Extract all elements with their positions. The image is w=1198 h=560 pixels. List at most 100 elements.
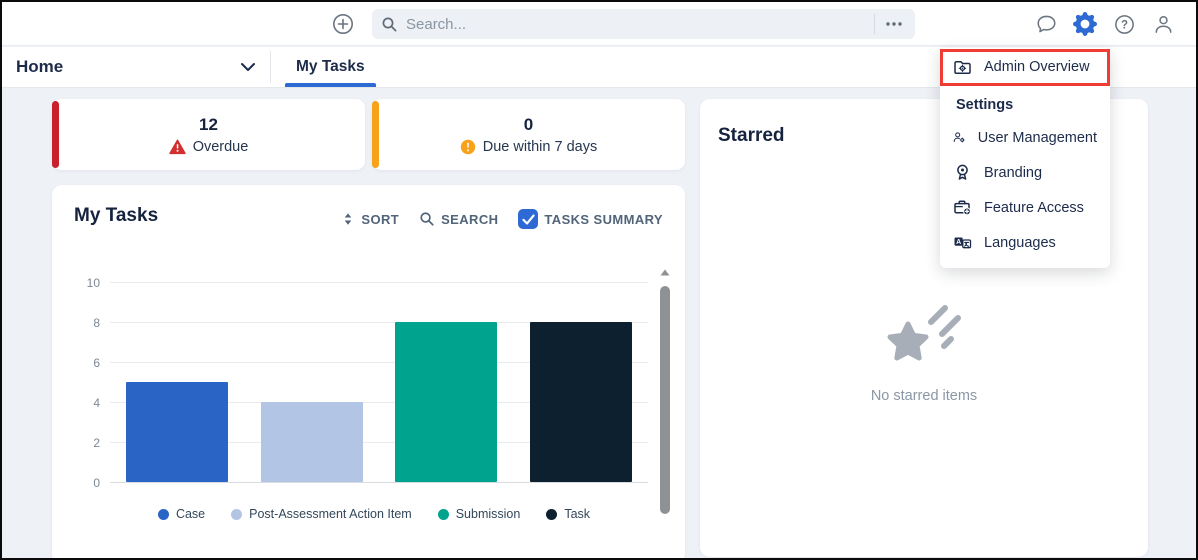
legend-label: Submission	[456, 507, 521, 521]
admin-overview-label: Admin Overview	[984, 59, 1090, 75]
tasks-summary-checkbox[interactable]	[518, 209, 538, 229]
app-window: ? Home My Tasks 12	[0, 0, 1198, 560]
chat-button[interactable]	[1034, 12, 1058, 36]
scrollbar-thumb[interactable]	[660, 286, 670, 514]
global-search	[372, 9, 915, 39]
bar-submission	[395, 322, 497, 482]
sort-icon	[341, 211, 355, 227]
tasks-search-button[interactable]: SEARCH	[419, 211, 498, 227]
menu-item-user-management[interactable]: User Management	[940, 120, 1110, 155]
menu-item-languages[interactable]: A Languages	[940, 225, 1110, 260]
starred-empty-text: No starred items	[871, 388, 977, 404]
workspace-dropdown[interactable]: Home	[16, 47, 256, 87]
legend-label: Case	[176, 507, 205, 521]
help-button[interactable]: ?	[1112, 12, 1136, 36]
languages-label: Languages	[984, 235, 1056, 251]
my-tasks-panel: My Tasks SORT SEARCH	[52, 185, 685, 560]
user-management-icon	[953, 128, 966, 147]
gear-icon	[1073, 12, 1097, 36]
checkmark-icon	[522, 214, 535, 225]
y-tick-label: 2	[93, 436, 100, 450]
overdue-accent-bar	[52, 101, 59, 168]
sort-label: SORT	[361, 212, 399, 227]
svg-text:A: A	[956, 239, 961, 246]
legend-dot	[158, 509, 169, 520]
menu-item-feature-access[interactable]: Feature Access	[940, 190, 1110, 225]
add-new-button[interactable]	[331, 12, 355, 36]
legend-item[interactable]: Submission	[438, 507, 521, 521]
chart-legend: Case Post-Assessment Action Item Submissio…	[100, 507, 648, 521]
bar-post-assessment-action-item	[261, 402, 363, 482]
y-tick-label: 10	[87, 276, 100, 290]
overdue-card[interactable]: 12 Overdue	[52, 99, 365, 170]
due-soon-accent-bar	[372, 101, 379, 168]
svg-text:?: ?	[1120, 19, 1127, 31]
legend-item[interactable]: Case	[158, 507, 205, 521]
tasks-summary-label: TASKS SUMMARY	[544, 212, 663, 227]
legend-dot	[231, 509, 242, 520]
chart-plot	[110, 283, 648, 483]
tasks-controls: SORT SEARCH TASKS SUMMARY	[341, 209, 663, 229]
branding-label: Branding	[984, 165, 1042, 181]
overdue-label: Overdue	[193, 139, 249, 155]
search-icon	[381, 16, 398, 33]
settings-section-header: Settings	[940, 86, 1110, 120]
legend-label: Post-Assessment Action Item	[249, 507, 412, 521]
chart-scrollbar	[659, 269, 671, 527]
scroll-up-icon[interactable]	[660, 269, 670, 276]
chat-icon	[1035, 13, 1058, 36]
top-bar: ?	[2, 2, 1196, 46]
nav-divider	[270, 51, 271, 83]
search-label: SEARCH	[441, 212, 498, 227]
profile-button[interactable]	[1151, 12, 1175, 36]
tasks-summary-toggle[interactable]: TASKS SUMMARY	[518, 209, 663, 229]
legend-dot	[546, 509, 557, 520]
y-tick-label: 6	[93, 356, 100, 370]
active-tab-indicator	[285, 83, 376, 87]
help-icon: ?	[1113, 13, 1136, 36]
search-icon	[419, 211, 435, 227]
legend-item[interactable]: Post-Assessment Action Item	[231, 507, 412, 521]
tab-my-tasks-label: My Tasks	[296, 58, 365, 76]
starred-empty-state: No starred items	[700, 304, 1148, 404]
due-soon-card[interactable]: 0 Due within 7 days	[372, 99, 685, 170]
tab-my-tasks[interactable]: My Tasks	[285, 47, 376, 87]
branding-icon	[953, 163, 972, 182]
menu-item-branding[interactable]: Branding	[940, 155, 1110, 190]
y-tick-label: 4	[93, 396, 100, 410]
shooting-star-icon	[881, 304, 967, 370]
y-tick-label: 8	[93, 316, 100, 330]
settings-button[interactable]	[1073, 12, 1097, 36]
feature-access-label: Feature Access	[984, 200, 1084, 216]
search-more-button[interactable]	[882, 21, 906, 27]
workspace-label: Home	[16, 57, 63, 77]
overdue-count: 12	[199, 115, 218, 135]
chevron-down-icon	[240, 62, 256, 72]
legend-item[interactable]: Task	[546, 507, 590, 521]
chart-y-axis: 0246810	[72, 283, 100, 483]
search-divider	[874, 14, 875, 34]
bar-task	[530, 322, 632, 482]
warning-circle-icon	[460, 139, 476, 155]
search-input[interactable]	[406, 16, 874, 33]
user-icon	[1152, 13, 1175, 36]
feature-access-icon	[953, 198, 972, 217]
my-tasks-title: My Tasks	[74, 205, 158, 227]
user-management-label: User Management	[978, 130, 1097, 146]
settings-dropdown-menu: Admin Overview Settings User Management …	[940, 48, 1110, 268]
languages-icon: A	[953, 233, 972, 252]
plus-circle-icon	[331, 12, 355, 36]
due-soon-label: Due within 7 days	[483, 139, 597, 155]
gridline	[110, 482, 648, 483]
bar-case	[126, 382, 228, 482]
warning-triangle-icon	[169, 139, 186, 155]
due-soon-count: 0	[524, 115, 533, 135]
topbar-icon-group: ?	[1034, 12, 1175, 36]
legend-dot	[438, 509, 449, 520]
admin-overview-icon	[953, 58, 972, 77]
menu-item-admin-overview[interactable]: Admin Overview	[940, 48, 1110, 86]
more-options-icon	[885, 21, 903, 27]
legend-label: Task	[564, 507, 590, 521]
gridline	[110, 282, 648, 283]
sort-button[interactable]: SORT	[341, 211, 399, 227]
